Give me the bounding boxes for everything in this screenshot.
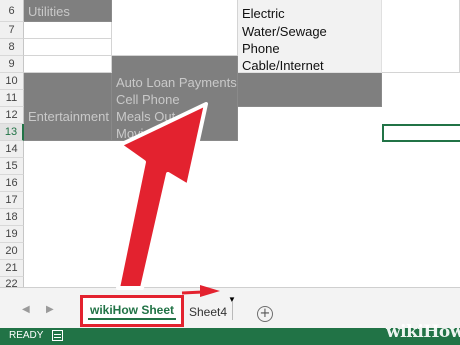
small-red-arrow-shaft xyxy=(181,290,204,295)
big-red-arrow-icon xyxy=(116,102,208,290)
annotation-overlay xyxy=(116,102,220,297)
small-red-arrow-icon xyxy=(200,285,220,297)
